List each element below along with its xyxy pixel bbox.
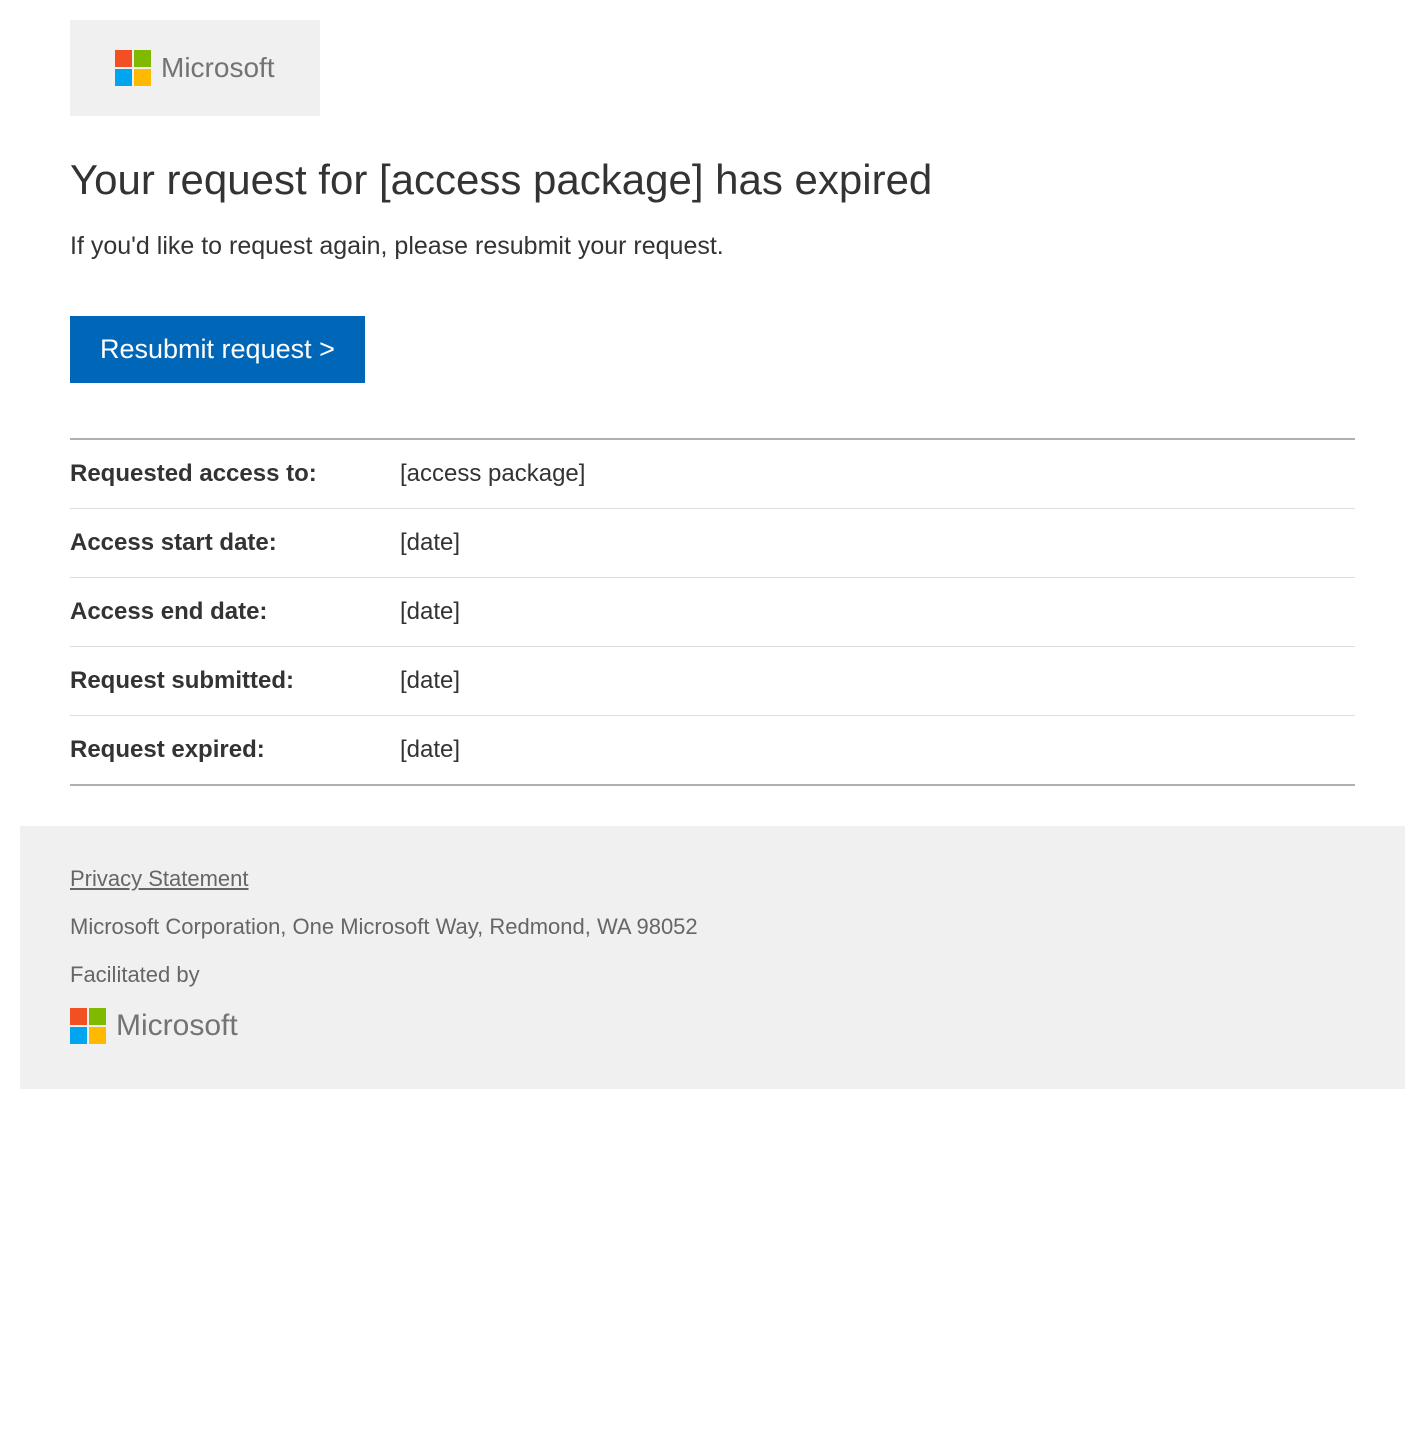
resubmit-request-button[interactable]: Resubmit request >	[70, 316, 365, 383]
microsoft-brand-text: Microsoft	[161, 52, 275, 84]
page-subtitle: If you'd like to request again, please r…	[70, 232, 1355, 261]
detail-value: [access package]	[400, 439, 1355, 509]
detail-value: [date]	[400, 716, 1355, 786]
detail-value: [date]	[400, 509, 1355, 578]
table-row: Requested access to: [access package]	[70, 439, 1355, 509]
detail-label: Access end date:	[70, 578, 400, 647]
detail-label: Requested access to:	[70, 439, 400, 509]
footer-microsoft-logo: Microsoft	[70, 1008, 238, 1044]
detail-label: Request expired:	[70, 716, 400, 786]
detail-label: Access start date:	[70, 509, 400, 578]
footer-brand-text: Microsoft	[116, 1009, 238, 1043]
table-row: Access start date: [date]	[70, 509, 1355, 578]
footer: Privacy Statement Microsoft Corporation,…	[20, 826, 1405, 1089]
table-row: Request expired: [date]	[70, 716, 1355, 786]
detail-value: [date]	[400, 647, 1355, 716]
page-title: Your request for [access package] has ex…	[70, 156, 1355, 204]
facilitated-by-text: Facilitated by	[70, 962, 1355, 988]
footer-address: Microsoft Corporation, One Microsoft Way…	[70, 914, 1355, 940]
microsoft-squares-icon	[70, 1008, 106, 1044]
request-details-table: Requested access to: [access package] Ac…	[70, 438, 1355, 786]
microsoft-logo: Microsoft	[115, 50, 275, 86]
email-container: Microsoft Your request for [access packa…	[20, 20, 1405, 1089]
header-logo-box: Microsoft	[70, 20, 320, 116]
detail-value: [date]	[400, 578, 1355, 647]
table-row: Request submitted: [date]	[70, 647, 1355, 716]
detail-label: Request submitted:	[70, 647, 400, 716]
microsoft-squares-icon	[115, 50, 151, 86]
privacy-statement-link[interactable]: Privacy Statement	[70, 866, 249, 892]
table-row: Access end date: [date]	[70, 578, 1355, 647]
